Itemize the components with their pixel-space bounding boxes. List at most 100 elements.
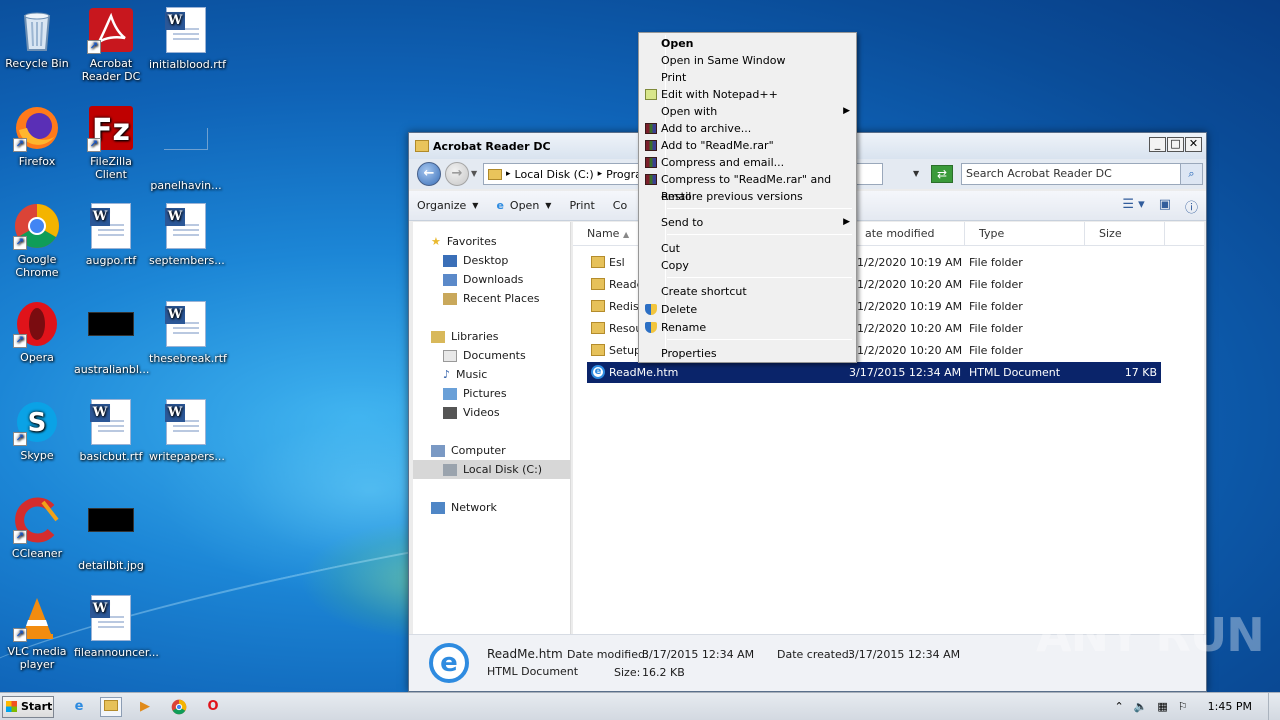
- show-hidden-icons-icon[interactable]: ⌃: [1114, 700, 1123, 713]
- recent-pages-chevron-icon[interactable]: ▼: [471, 169, 477, 178]
- start-button[interactable]: Start: [2, 696, 54, 718]
- back-button[interactable]: ←: [417, 162, 441, 186]
- nav-favorites[interactable]: ★ Favorites: [413, 232, 570, 251]
- desktop-icon-panelhavin[interactable]: panelhavin...: [149, 104, 223, 192]
- minimize-button[interactable]: _: [1149, 137, 1166, 152]
- ie-taskbar-icon[interactable]: e: [68, 697, 90, 717]
- desktop-icon-thesebreak[interactable]: W thesebreak.rtf: [149, 300, 227, 365]
- help-icon[interactable]: ⓘ: [1185, 197, 1198, 216]
- menu-item-send-to[interactable]: Send to ▶: [641, 214, 854, 231]
- maximize-button[interactable]: □: [1167, 137, 1184, 152]
- menu-item-rename[interactable]: Rename: [641, 319, 854, 336]
- desktop-icon-opera[interactable]: ↗ Opera: [0, 300, 74, 364]
- view-options-icon[interactable]: ☰ ▾: [1122, 197, 1144, 216]
- menu-item-label: Properties: [661, 347, 717, 360]
- breadcrumb-local-disk[interactable]: Local Disk (C:): [515, 168, 594, 181]
- desktop-icon-skype[interactable]: S ↗ Skype: [0, 398, 74, 462]
- menu-item-edit-notepadpp[interactable]: Edit with Notepad++: [641, 86, 854, 103]
- desktop-icon-label: australianbl...: [74, 363, 150, 376]
- network-tray-icon[interactable]: ▦: [1157, 700, 1167, 713]
- clock[interactable]: 1:45 PM: [1208, 700, 1252, 713]
- desktop-icon-septembers[interactable]: W septembers...: [149, 202, 225, 267]
- chevron-down-icon: ▼: [472, 201, 479, 210]
- videos-icon: [443, 406, 457, 419]
- menu-item-compress-email[interactable]: Compress and email...: [641, 154, 854, 171]
- volume-icon[interactable]: 🔈: [1134, 700, 1148, 713]
- menu-item-properties[interactable]: Properties: [641, 345, 854, 362]
- print-label: Print: [569, 199, 595, 212]
- menu-item-label: Print: [661, 71, 687, 84]
- ie-document-icon: e: [591, 365, 605, 379]
- show-desktop-button[interactable]: [1268, 693, 1280, 720]
- desktop-icon-detailbit[interactable]: detailbit.jpg: [74, 496, 148, 572]
- column-header-date[interactable]: ate modified: [851, 222, 965, 246]
- menu-item-add-to-archive[interactable]: Add to archive...: [641, 120, 854, 137]
- address-dropdown-icon[interactable]: ▼: [913, 169, 919, 178]
- nav-music[interactable]: ♪ Music: [413, 365, 570, 384]
- menu-item-add-to-readme-rar[interactable]: Add to "ReadMe.rar": [641, 137, 854, 154]
- menu-item-open-with[interactable]: Open with ▶: [641, 103, 854, 120]
- menu-item-print[interactable]: Print: [641, 69, 854, 86]
- desktop-icon-acrobat[interactable]: ↗ Acrobat Reader DC: [74, 6, 148, 83]
- menu-item-delete[interactable]: Delete: [641, 301, 854, 318]
- table-row-selected[interactable]: e ReadMe.htm 3/17/2015 12:34 AM HTML Doc…: [587, 362, 1161, 383]
- refresh-button[interactable]: ⇄: [931, 165, 953, 183]
- nav-local-disk[interactable]: Local Disk (C:): [413, 460, 570, 479]
- desktop-icon: [443, 254, 457, 267]
- breadcrumb-program-files[interactable]: Progra: [606, 168, 642, 181]
- search-icon[interactable]: ⌕: [1180, 164, 1202, 184]
- details-size-value: 16.2 KB: [642, 666, 685, 679]
- explorer-taskbar-icon[interactable]: [100, 697, 122, 717]
- menu-item-create-shortcut[interactable]: Create shortcut: [641, 283, 854, 300]
- opera-taskbar-icon[interactable]: O: [202, 697, 224, 717]
- word-doc-icon: W: [162, 7, 210, 55]
- desktop-icon-firefox[interactable]: ↗ Firefox: [0, 104, 74, 168]
- desktop-icon-filezilla[interactable]: Fz ↗ FileZilla Client: [74, 104, 148, 181]
- chrome-taskbar-icon[interactable]: [168, 697, 190, 717]
- desktop-icon-initialblood[interactable]: W initialblood.rtf: [149, 6, 226, 71]
- menu-item-compress-readme-email[interactable]: Compress to "ReadMe.rar" and email: [641, 171, 854, 203]
- media-player-taskbar-icon[interactable]: ▶: [134, 697, 156, 717]
- nav-documents[interactable]: Documents: [413, 346, 570, 365]
- preview-pane-icon[interactable]: ▣: [1159, 197, 1171, 216]
- menu-item-open-same-window[interactable]: Open in Same Window: [641, 52, 854, 69]
- menu-item-label: Delete: [661, 303, 698, 316]
- nav-computer[interactable]: Computer: [413, 441, 570, 460]
- menu-item-cut[interactable]: Cut: [641, 240, 854, 257]
- details-modified-value: 3/17/2015 12:34 AM: [642, 648, 755, 661]
- search-input[interactable]: Search Acrobat Reader DC ⌕: [961, 163, 1203, 185]
- menu-item-restore-previous[interactable]: Restore previous versions: [641, 188, 854, 205]
- desktop-icon-australianbl[interactable]: australianbl...: [74, 300, 150, 376]
- desktop-icon-vlc[interactable]: ↗ VLC media player: [0, 594, 74, 671]
- column-header-type[interactable]: Type: [965, 222, 1085, 246]
- desktop-icon-augpo[interactable]: W augpo.rtf: [74, 202, 148, 267]
- column-label: Name: [587, 227, 620, 240]
- nav-label: Local Disk (C:): [463, 463, 543, 476]
- nav-pictures[interactable]: Pictures: [413, 384, 570, 403]
- menu-item-open[interactable]: Open: [641, 35, 854, 52]
- nav-desktop[interactable]: Desktop: [413, 251, 570, 270]
- nav-downloads[interactable]: Downloads: [413, 270, 570, 289]
- nav-recent-places[interactable]: Recent Places: [413, 289, 570, 308]
- desktop-icon-recycle-bin[interactable]: Recycle Bin: [0, 6, 74, 70]
- desktop-icon-chrome[interactable]: ↗ Google Chrome: [0, 202, 74, 279]
- vlc-icon: ↗: [13, 594, 61, 642]
- ccleaner-icon: ↗: [13, 496, 61, 544]
- action-center-flag-icon[interactable]: ⚐: [1178, 700, 1188, 713]
- shortcut-arrow-icon: ↗: [13, 628, 27, 642]
- forward-button[interactable]: →: [445, 162, 469, 186]
- column-header-size[interactable]: Size: [1085, 222, 1165, 246]
- desktop-icon-basicbut[interactable]: W basicbut.rtf: [74, 398, 148, 463]
- close-button[interactable]: ✕: [1185, 137, 1202, 152]
- open-button[interactable]: e Open ▼: [496, 199, 551, 212]
- desktop-icon-ccleaner[interactable]: ↗ CCleaner: [0, 496, 74, 560]
- menu-item-copy[interactable]: Copy: [641, 257, 854, 274]
- nav-libraries[interactable]: Libraries: [413, 327, 570, 346]
- desktop-icon-writepapers[interactable]: W writepapers...: [149, 398, 225, 463]
- more-commands-button[interactable]: Co: [613, 199, 627, 212]
- organize-button[interactable]: Organize ▼: [417, 199, 478, 212]
- print-button[interactable]: Print: [569, 199, 594, 212]
- desktop-icon-fileannouncer[interactable]: W fileannouncer...: [74, 594, 159, 659]
- nav-videos[interactable]: Videos: [413, 403, 570, 422]
- nav-network[interactable]: Network: [413, 498, 570, 517]
